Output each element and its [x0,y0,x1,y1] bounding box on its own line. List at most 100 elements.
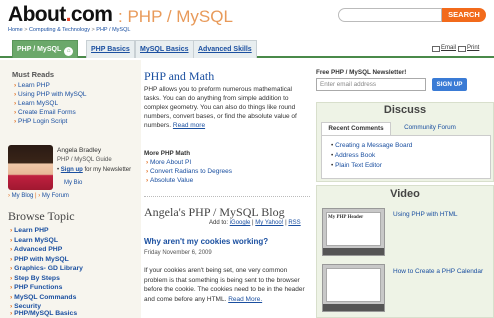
breadcrumb-separator: > [91,27,95,33]
topic-label: MySQL Commands [14,293,77,301]
print-link[interactable]: Print [467,45,479,51]
discuss-item-label: Creating a Message Board [335,142,413,149]
breadcrumb-computing[interactable]: Computing & Technology [29,27,90,33]
email-icon [432,46,440,52]
blog-forum-links: › My Blog | › My Forum [8,193,69,199]
must-read-item[interactable]: Create Email Forms [14,109,76,116]
must-read-label: Using PHP with MySQL [17,91,87,98]
topic-link[interactable]: Security [10,303,41,310]
must-read-label: PHP Login Script [17,118,68,125]
add-to-links: Add to: iGoogle | My Yahoo! | RSS [209,220,301,226]
topic-link[interactable]: MySQL Commands [10,294,76,301]
must-read-item[interactable]: Learn PHP [14,82,50,89]
my-yahoo-link[interactable]: My Yahoo! [255,220,283,226]
tab-php-basics[interactable]: PHP Basics [86,40,135,58]
my-bio-link[interactable]: My Bio [64,180,82,186]
breadcrumb-php-mysql[interactable]: PHP / MySQL [96,27,130,33]
must-read-item[interactable]: Learn MySQL [14,100,58,107]
player-controls [323,248,384,255]
topic-link[interactable]: Step By Steps [10,275,60,282]
tab-mysql-basics[interactable]: MySQL Basics [135,40,194,58]
rss-link[interactable]: RSS [288,220,300,226]
topic-label: Security [14,303,41,310]
post-body: If your cookies aren't being set, one ve… [144,266,310,304]
about-logo[interactable]: About.com [8,3,113,27]
feature-body: PHP allows you to preform numerous mathe… [144,85,304,130]
discuss-heading: Discuss [383,104,427,116]
igoogle-link[interactable]: iGoogle [230,220,251,226]
tab-advanced-skills[interactable]: Advanced Skills [193,40,257,58]
topic-label: PHP Functions [14,284,63,291]
guide-role: PHP / MySQL Guide [57,157,112,163]
logo-suffix: com [70,3,113,26]
signup-link[interactable]: Sign up [61,167,83,173]
newsletter-heading: Free PHP / MySQL Newsletter! [316,69,407,76]
discuss-item[interactable]: Creating a Message Board [331,142,412,149]
signup-suffix: for my Newsletter [82,167,132,173]
tab-php-mysql[interactable]: PHP / MySQL ⌂ [12,40,79,58]
my-blog-link[interactable]: My Blog [12,193,34,199]
breadcrumb-home[interactable]: Home [8,27,23,33]
tab-bar: PHP / MySQL ⌂ PHP Basics MySQL Basics Adv… [0,38,494,58]
email-link[interactable]: Email [441,45,456,51]
divider [144,196,310,197]
more-math-link[interactable]: Absolute Value [146,177,193,184]
newsletter-signup-button[interactable]: SIGN UP [432,78,467,91]
newsletter-email-field[interactable]: Enter email address [316,78,426,91]
video-heading: Video [390,188,420,200]
must-read-item[interactable]: PHP Login Script [14,118,67,125]
must-reads-heading: Must Reads [12,70,55,79]
topic-link[interactable]: Learn MySQL [10,237,58,244]
tab-label: Advanced Skills [198,46,252,53]
post-date: Friday November 6, 2009 [144,250,212,256]
tab-recent-comments[interactable]: Recent Comments [321,122,391,135]
discuss-item-label: Address Book [334,152,376,159]
more-math-label: More About PI [149,159,192,166]
video-thumbnail[interactable]: My PHP Header [322,208,385,256]
site-title: : PHP / MySQL [118,7,233,26]
more-math-link[interactable]: More About PI [146,159,191,166]
site-title-text: PHP / MySQL [127,7,233,26]
browse-topic-heading: Browse Topic [8,209,75,223]
discuss-item-label: Plain Text Editor [335,162,382,169]
topic-link[interactable]: Graphics- GD Library [10,265,83,272]
post-read-more-link[interactable]: Read More. [228,296,262,303]
player-controls [323,304,384,311]
tab-label: MySQL Basics [140,46,189,53]
thumbnail-screen [326,268,381,302]
print-icon [458,46,466,52]
discuss-item[interactable]: Plain Text Editor [331,162,382,169]
topic-link[interactable]: PHP with MySQL [10,256,69,263]
must-read-label: Learn PHP [17,82,50,89]
my-forum-link[interactable]: My Forum [42,193,69,199]
feature-text: PHP allows you to preform numerous mathe… [144,86,297,129]
add-to-label: Add to: [209,220,229,226]
topic-label: PHP with MySQL [14,255,69,263]
blog-title: Angela's PHP / MySQL Blog [144,205,285,219]
video-link[interactable]: Using PHP with HTML [393,210,488,219]
home-icon: ⌂ [64,47,74,56]
read-more-link[interactable]: Read more [173,122,205,129]
post-title[interactable]: Why aren't my cookies working? [144,237,268,246]
search-button[interactable]: SEARCH [442,8,486,22]
topic-link[interactable]: Learn PHP [10,227,48,234]
topic-link[interactable]: PHP Functions [10,284,62,291]
more-php-math-heading: More PHP Math [144,150,191,157]
discuss-item[interactable]: Address Book [331,152,375,159]
more-math-link[interactable]: Convert Radians to Degrees [146,168,232,175]
feature-title[interactable]: PHP and Math [144,69,214,84]
video-thumbnail[interactable] [322,264,385,312]
topic-label: PHP/MySQL Basics [14,310,78,317]
topic-link[interactable]: Advanced PHP [10,246,62,253]
must-read-item[interactable]: Using PHP with MySQL [14,91,87,98]
topic-link[interactable]: PHP/MySQL Basics [10,310,77,317]
search-input[interactable] [338,8,442,22]
must-read-label: Learn MySQL [17,100,59,107]
video-link[interactable]: How to Create a PHP Calendar [393,267,488,276]
topic-label: Graphics- GD Library [14,265,83,272]
must-read-label: Create Email Forms [17,109,76,116]
tab-community-forum[interactable]: Community Forum [395,122,465,135]
guide-name: Angela Bradley [57,147,102,154]
guide-photo[interactable] [8,145,53,190]
breadcrumb-separator: > [24,27,28,33]
